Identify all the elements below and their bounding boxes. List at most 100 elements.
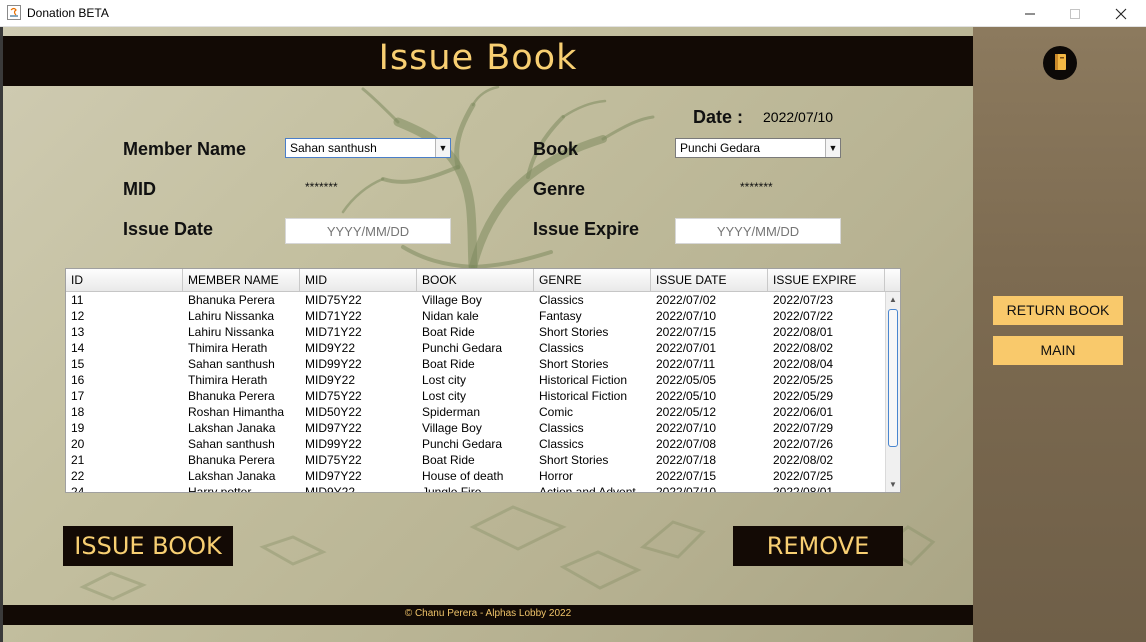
column-header-id[interactable]: ID	[66, 269, 183, 291]
book-combo[interactable]: Punchi Gedara ▼	[675, 138, 841, 158]
return-book-button[interactable]: RETURN BOOK	[993, 296, 1123, 325]
table-cell: 2022/07/15	[656, 469, 717, 483]
book-label: Book	[533, 139, 578, 159]
table-row[interactable]: 15 Sahan santhush MID99Y22 Boat Ride Short S…	[66, 356, 884, 372]
table-cell: Lakshan Janaka	[188, 421, 276, 435]
table-row[interactable]: 11 Bhanuka Perera MID75Y22 Village Boy Class…	[66, 292, 884, 308]
table-row[interactable]: 18 Roshan Himantha MID50Y22 Spiderman Comic 2…	[66, 404, 884, 420]
table-cell: 14	[71, 341, 85, 355]
table-row[interactable]: 12 Lahiru Nissanka MID71Y22 Nidan kale Fanta…	[66, 308, 884, 324]
issue-date-field[interactable]	[285, 218, 451, 244]
main-button[interactable]: MAIN	[993, 336, 1123, 365]
column-header-issue-expire[interactable]: ISSUE EXPIRE	[768, 269, 885, 291]
table-cell: Sahan santhush	[188, 357, 275, 371]
table-row[interactable]: 24 Harry potter MID9Y22 Jungle Fire Action a…	[66, 484, 884, 492]
table-row[interactable]: 17 Bhanuka Perera MID75Y22 Lost city Histori…	[66, 388, 884, 404]
table-cell: Classics	[539, 293, 584, 307]
table-cell: Bhanuka Perera	[188, 293, 275, 307]
scrollbar-thumb[interactable]	[888, 309, 898, 447]
table-cell: Harry potter	[188, 485, 252, 492]
table-cell: 2022/07/01	[656, 341, 717, 355]
table-row[interactable]: 13 Lahiru Nissanka MID71Y22 Boat Ride Short …	[66, 324, 884, 340]
table-cell: Thimira Herath	[188, 341, 268, 355]
maximize-button[interactable]	[1052, 0, 1098, 26]
table-cell: 2022/07/10	[656, 485, 717, 492]
window-title: Donation BETA	[27, 6, 109, 20]
table-cell: Sahan santhush	[188, 437, 275, 451]
table-cell: 2022/05/29	[773, 389, 834, 403]
table-cell: Horror	[539, 469, 574, 483]
scroll-down-arrow-icon[interactable]: ▼	[886, 477, 900, 492]
member-name-combo[interactable]: Sahan santhush ▼	[285, 138, 451, 158]
table-cell: 2022/05/25	[773, 373, 834, 387]
table-cell: MID75Y22	[305, 453, 362, 467]
genre-label: Genre	[533, 179, 586, 199]
table-cell: 17	[71, 389, 85, 403]
table-cell: MID99Y22	[305, 437, 362, 451]
issue-expire-field[interactable]	[675, 218, 841, 244]
table-cell: Comic	[539, 405, 574, 419]
member-name-label: Member Name	[123, 139, 247, 159]
column-header-mid[interactable]: MID	[300, 269, 417, 291]
table-cell: 24	[71, 485, 85, 492]
table-row[interactable]: 20 Sahan santhush MID99Y22 Punchi Gedara Cla…	[66, 436, 884, 452]
genre-value: *******	[740, 180, 773, 194]
table-cell: MID75Y22	[305, 389, 362, 403]
table-cell: Boat Ride	[422, 453, 475, 467]
book-selected: Punchi Gedara	[680, 141, 761, 155]
table-cell: Historical Fiction	[539, 389, 628, 403]
table-cell: 19	[71, 421, 85, 435]
column-header-book[interactable]: BOOK	[417, 269, 534, 291]
table-cell: Lahiru Nissanka	[188, 309, 275, 323]
table-row[interactable]: 14 Thimira Herath MID9Y22 Punchi Gedara Clas…	[66, 340, 884, 356]
table-cell: 2022/07/29	[773, 421, 834, 435]
page-title: Issue Book	[378, 38, 578, 78]
table-cell: Lahiru Nissanka	[188, 325, 275, 339]
table-cell: 2022/07/22	[773, 309, 834, 323]
minimize-icon	[1025, 13, 1035, 15]
table-cell: 2022/07/18	[656, 453, 717, 467]
table-row[interactable]: 16 Thimira Herath MID9Y22 Lost city Historic…	[66, 372, 884, 388]
issue-book-button[interactable]: ISSUE BOOK	[63, 526, 233, 566]
table-cell: Jungle Fire	[422, 485, 482, 492]
table-cell: Punchi Gedara	[422, 437, 503, 451]
table-cell: Bhanuka Perera	[188, 453, 275, 467]
date-value: 2022/07/10	[763, 109, 834, 125]
dropdown-arrow-icon: ▼	[435, 139, 450, 157]
table-header: ID MEMBER NAME MID BOOK GENRE ISSUE DATE…	[66, 269, 900, 292]
table-cell: Boat Ride	[422, 325, 475, 339]
scroll-up-arrow-icon[interactable]: ▲	[886, 292, 900, 307]
table-body: 11 Bhanuka Perera MID75Y22 Village Boy Class…	[66, 292, 884, 492]
table-cell: Fantasy	[539, 309, 582, 323]
issue-expire-label: Issue Expire	[533, 219, 640, 239]
table-cell: Boat Ride	[422, 357, 475, 371]
column-header-member-name[interactable]: MEMBER NAME	[183, 269, 300, 291]
column-header-issue-date[interactable]: ISSUE DATE	[651, 269, 768, 291]
table-row[interactable]: 21 Bhanuka Perera MID75Y22 Boat Ride Short S…	[66, 452, 884, 468]
column-header-genre[interactable]: GENRE	[534, 269, 651, 291]
table-cell: Classics	[539, 341, 584, 355]
table-cell: 2022/07/15	[656, 325, 717, 339]
maximize-icon	[1070, 9, 1080, 20]
table-cell: 2022/07/26	[773, 437, 834, 451]
table-cell: Lost city	[422, 373, 467, 387]
close-button[interactable]	[1098, 0, 1144, 26]
table-cell: 2022/05/10	[656, 389, 717, 403]
table-cell: 15	[71, 357, 85, 371]
mid-value: *******	[305, 180, 338, 194]
minimize-button[interactable]	[1007, 0, 1053, 26]
title-bar: Donation BETA	[0, 0, 1146, 27]
table-row[interactable]: 19 Lakshan Janaka MID97Y22 Village Boy Class…	[66, 420, 884, 436]
table-cell: Short Stories	[539, 453, 609, 467]
table-row[interactable]: 22 Lakshan Janaka MID97Y22 House of death Ho…	[66, 468, 884, 484]
java-app-icon	[7, 5, 21, 20]
table-cell: 2022/06/01	[773, 405, 834, 419]
table-scrollbar[interactable]: ▲ ▼	[885, 292, 900, 492]
table-cell: 2022/07/02	[656, 293, 717, 307]
table-cell: 2022/05/12	[656, 405, 717, 419]
dropdown-arrow-icon: ▼	[825, 139, 840, 157]
table-cell: Lakshan Janaka	[188, 469, 276, 483]
table-cell: 18	[71, 405, 85, 419]
remove-button[interactable]: REMOVE	[733, 526, 903, 566]
table-cell: Village Boy	[422, 421, 482, 435]
